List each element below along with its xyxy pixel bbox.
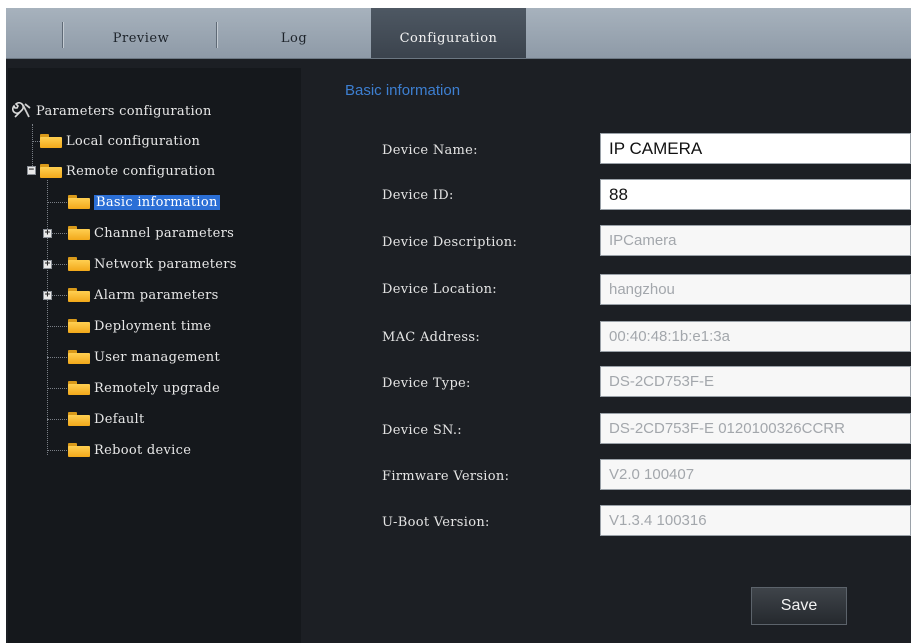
device-type-label: Device Type: [382, 376, 471, 391]
folder-icon [68, 288, 90, 302]
device-location-field: hangzhou [600, 274, 911, 305]
folder-icon [68, 319, 90, 333]
tree-root-label: Parameters configuration [36, 103, 212, 119]
device-name-input[interactable]: IP CAMERA [600, 133, 911, 164]
uboot-version-label: U-Boot Version: [382, 515, 490, 530]
tree-connector [47, 180, 48, 455]
tree-connector [47, 326, 67, 327]
tree-item-remote-configuration[interactable]: Remote configuration [40, 160, 215, 182]
collapse-icon[interactable]: − [27, 166, 36, 175]
folder-icon [40, 164, 62, 178]
tab-log[interactable]: Log [219, 8, 369, 58]
tree-item-label: Remotely upgrade [94, 380, 220, 396]
folder-icon [68, 443, 90, 457]
tree-connector [47, 357, 67, 358]
tree-item-remotely-upgrade[interactable]: Remotely upgrade [68, 377, 220, 399]
tree-item-label: Channel parameters [94, 225, 235, 241]
tab-configuration[interactable]: Configuration [371, 8, 526, 58]
device-id-label: Device ID: [382, 188, 454, 203]
tree-item-channel-parameters[interactable]: Channel parameters [68, 222, 234, 244]
tree-item-label: Reboot device [94, 442, 192, 458]
folder-icon [68, 226, 90, 240]
tree-item-label: Local configuration [66, 133, 201, 149]
expand-icon[interactable]: + [43, 291, 52, 300]
tree-connector [47, 450, 67, 451]
tree-item-deployment-time[interactable]: Deployment time [68, 315, 211, 337]
firmware-version-field: V2.0 100407 [600, 459, 911, 490]
tree-item-network-parameters[interactable]: Network parameters [68, 253, 237, 275]
tree-connector [47, 202, 67, 203]
expand-icon[interactable]: + [43, 260, 52, 269]
tree-connector [47, 388, 67, 389]
uboot-version-field: V1.3.4 100316 [600, 505, 911, 536]
tree-item-local-configuration[interactable]: Local configuration [40, 130, 200, 152]
folder-icon [68, 195, 90, 209]
tree-item-basic-information[interactable]: Basic information [68, 191, 220, 213]
folder-icon [68, 257, 90, 271]
tree-item-label: Alarm parameters [94, 287, 219, 303]
tree-item-label: Remote configuration [66, 163, 216, 179]
folder-icon [68, 412, 90, 426]
tools-icon [11, 101, 32, 120]
top-nav-bar: Preview Log Configuration [6, 8, 911, 59]
tree-item-default[interactable]: Default [68, 408, 145, 430]
device-sn-label: Device SN.: [382, 423, 462, 438]
mac-address-field: 00:40:48:1b:e1:3a [600, 321, 911, 352]
tree-item-alarm-parameters[interactable]: Alarm parameters [68, 284, 219, 306]
mac-address-label: MAC Address: [382, 330, 481, 345]
tree-item-user-management[interactable]: User management [68, 346, 220, 368]
tab-separator [62, 22, 64, 48]
device-description-label: Device Description: [382, 235, 518, 250]
firmware-version-label: Firmware Version: [382, 469, 510, 484]
section-title: Basic information [345, 82, 461, 99]
save-button[interactable]: Save [751, 587, 847, 625]
folder-icon [40, 134, 62, 148]
folder-icon [68, 381, 90, 395]
tree-item-label: Deployment time [94, 318, 212, 334]
tab-separator [216, 22, 218, 48]
tree-connector [47, 419, 67, 420]
tab-preview[interactable]: Preview [66, 8, 216, 58]
device-location-label: Device Location: [382, 282, 497, 297]
device-description-field: IPCamera [600, 225, 911, 256]
device-sn-field: DS-2CD753F-E 0120100326CCRR [600, 413, 911, 444]
expand-icon[interactable]: + [43, 229, 52, 238]
folder-icon [68, 350, 90, 364]
tree-item-label: Network parameters [94, 256, 237, 272]
device-name-label: Device Name: [382, 143, 478, 158]
tree-item-label: User management [94, 349, 221, 365]
tree-item-label: Default [94, 411, 145, 427]
device-type-field: DS-2CD753F-E [600, 366, 911, 397]
tree-item-reboot-device[interactable]: Reboot device [68, 439, 191, 461]
device-id-input[interactable]: 88 [600, 179, 911, 210]
tree-root[interactable]: Parameters configuration [11, 100, 212, 122]
tree-item-label: Basic information [94, 194, 220, 210]
